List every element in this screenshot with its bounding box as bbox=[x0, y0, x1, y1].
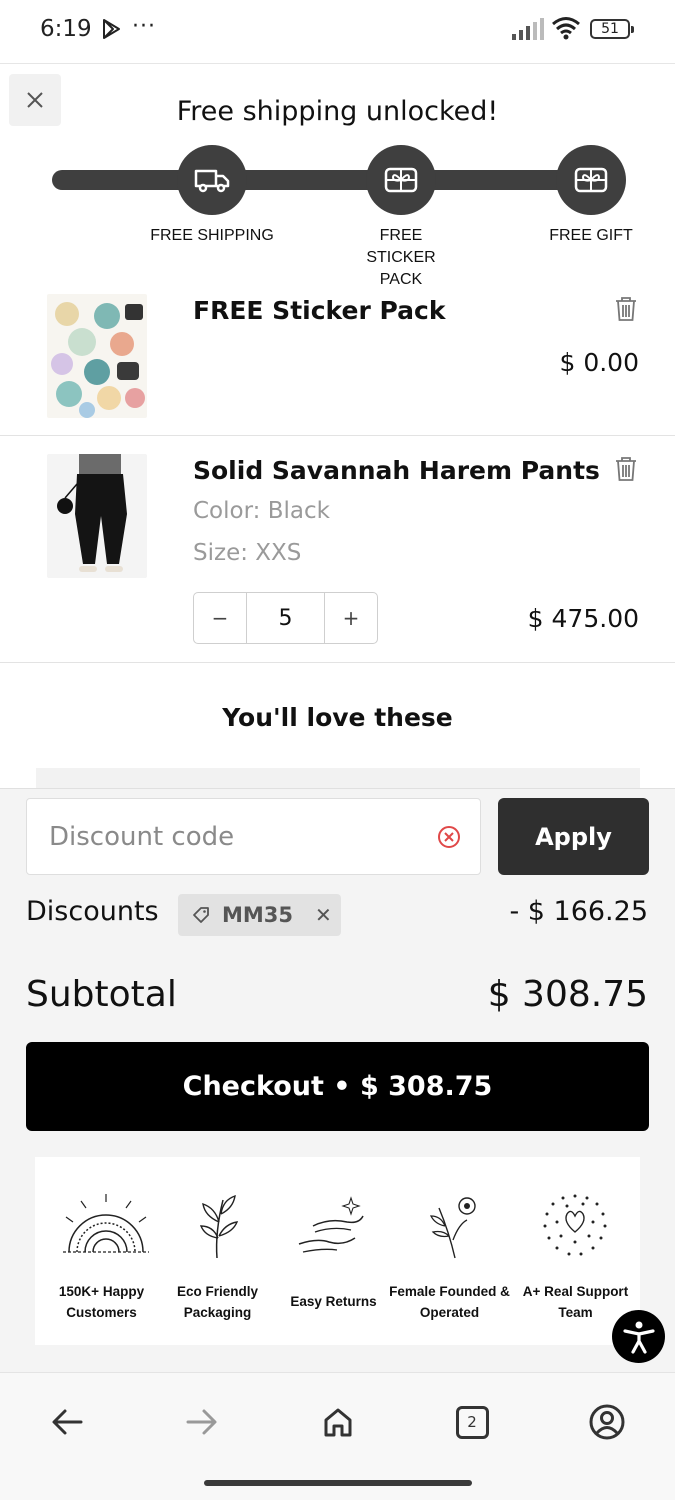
recommendations-title: You'll love these bbox=[222, 703, 453, 732]
forward-icon[interactable] bbox=[182, 1402, 222, 1442]
tabs-count: 2 bbox=[455, 1405, 489, 1439]
apply-discount-button[interactable]: Apply bbox=[498, 798, 649, 875]
trust-badges: 150K+ Happy Customers Eco Friendly Packa… bbox=[35, 1157, 640, 1345]
quantity-stepper: − 5 + bbox=[193, 592, 378, 644]
truck-icon bbox=[194, 169, 230, 193]
quantity-decrease-button[interactable]: − bbox=[194, 593, 246, 643]
quantity-increase-button[interactable]: + bbox=[325, 593, 377, 643]
discount-code-field[interactable] bbox=[26, 798, 481, 875]
back-icon[interactable] bbox=[47, 1402, 87, 1442]
gift-icon bbox=[384, 167, 418, 193]
badge-happy-customers: 150K+ Happy Customers bbox=[41, 1157, 162, 1345]
tabs-button[interactable]: 2 bbox=[452, 1402, 492, 1442]
milestone-free-gift bbox=[556, 145, 626, 215]
item-name[interactable]: FREE Sticker Pack bbox=[193, 296, 445, 325]
discount-code-input[interactable] bbox=[49, 799, 429, 874]
discounts-label: Discounts bbox=[26, 896, 159, 927]
checkout-button[interactable]: Checkout • $ 308.75 bbox=[26, 1042, 649, 1131]
accessibility-icon bbox=[622, 1321, 655, 1354]
cart-item: FREE Sticker Pack $ 0.00 bbox=[0, 276, 675, 436]
home-indicator[interactable] bbox=[204, 1480, 472, 1486]
quantity-value[interactable]: 5 bbox=[246, 593, 325, 643]
item-color: Color: Black bbox=[193, 498, 330, 524]
milestone-label: FREE GIFT bbox=[549, 227, 633, 244]
item-size: Size: XXS bbox=[193, 540, 302, 566]
more-dots-icon: ··· bbox=[132, 14, 156, 39]
trash-icon[interactable] bbox=[614, 296, 638, 326]
discount-amount: - $ 166.25 bbox=[509, 896, 648, 927]
status-time: 6:19 bbox=[40, 16, 92, 42]
badge-label: 150K+ Happy Customers bbox=[58, 1284, 145, 1320]
item-name[interactable]: Solid Savannah Harem Pants bbox=[193, 456, 600, 485]
play-store-icon bbox=[100, 18, 122, 44]
gift-icon bbox=[574, 167, 608, 193]
clear-input-icon[interactable] bbox=[437, 825, 461, 853]
accessibility-button[interactable] bbox=[612, 1310, 665, 1363]
battery-icon: 51 bbox=[590, 19, 634, 39]
discount-code: MM35 bbox=[222, 903, 294, 927]
status-bar: 6:19 ··· 51 bbox=[0, 0, 675, 64]
shipping-progress-bar bbox=[52, 170, 620, 190]
badge-eco-packaging: Eco Friendly Packaging bbox=[157, 1157, 278, 1345]
shipping-title: Free shipping unlocked! bbox=[176, 96, 499, 127]
tag-icon bbox=[193, 907, 209, 923]
badge-female-founded: Female Founded & Operated bbox=[389, 1157, 510, 1345]
signal-icon bbox=[512, 18, 544, 44]
harem-pants-image[interactable] bbox=[47, 454, 147, 578]
heart-dots-icon bbox=[543, 1194, 607, 1256]
subtotal-amount: $ 308.75 bbox=[487, 974, 648, 1015]
badge-label: Eco Friendly Packaging bbox=[176, 1284, 259, 1320]
badge-label: Easy Returns bbox=[290, 1294, 377, 1309]
item-price: $ 475.00 bbox=[527, 604, 639, 633]
wifi-icon bbox=[551, 16, 581, 44]
account-icon[interactable] bbox=[587, 1402, 627, 1442]
subtotal-label: Subtotal bbox=[26, 974, 177, 1015]
badge-label: A+ Real Support Team bbox=[522, 1284, 629, 1320]
remove-discount-icon[interactable]: ✕ bbox=[315, 903, 332, 927]
milestone-label: FREE SHIPPING bbox=[150, 227, 274, 244]
flower-icon bbox=[429, 1197, 476, 1259]
item-price: $ 0.00 bbox=[559, 348, 639, 377]
home-icon[interactable] bbox=[318, 1402, 358, 1442]
hands-icon bbox=[298, 1196, 364, 1253]
rainbow-icon bbox=[63, 1194, 149, 1253]
sticker-pack-image[interactable] bbox=[47, 294, 147, 418]
milestone-free-shipping bbox=[177, 145, 247, 215]
badge-easy-returns: Easy Returns bbox=[273, 1157, 394, 1345]
milestone-free-sticker-pack bbox=[366, 145, 436, 215]
trash-icon[interactable] bbox=[614, 456, 638, 486]
badge-label: Female Founded & Operated bbox=[389, 1284, 510, 1320]
badge-support-team: A+ Real Support Team bbox=[515, 1157, 636, 1345]
discount-chip: MM35 ✕ bbox=[178, 894, 341, 936]
leaf-icon bbox=[199, 1194, 239, 1259]
